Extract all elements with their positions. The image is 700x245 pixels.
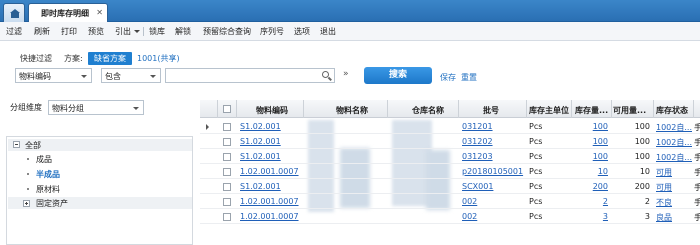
table-row[interactable]: S1.02.001 031202 Pcs 100 100 1002自... 手: [200, 135, 700, 149]
menu-lock[interactable]: 锁库: [149, 26, 165, 37]
search-icon[interactable]: [322, 71, 329, 78]
group-tree: 全部 成品 半成品 原材料 固定资产: [6, 136, 193, 245]
table-row[interactable]: 1.02.001.0007 002 Pcs 2 2 不良 手: [200, 195, 700, 209]
scheme-label: 方案:: [64, 54, 83, 63]
tree-node-fixed-assets[interactable]: 固定资产: [36, 198, 68, 209]
shared-scheme-link[interactable]: 1001(共享): [137, 53, 180, 64]
grid-header: 物料编码 物料名称 仓库名称 批号 库存主单位 库存量... 可用量... 库存…: [200, 100, 700, 118]
chevron-down-icon: [81, 75, 87, 78]
group-panel: 分组维度 物料分组 全部 成品 半成品 原材料 固定资产: [0, 96, 196, 245]
table-row[interactable]: S1.02.001 SCX001 Pcs 200 200 可用 手: [200, 180, 700, 194]
menu-filter[interactable]: 过滤: [6, 26, 22, 37]
col-stock-status[interactable]: 库存状态: [656, 105, 688, 116]
row-checkbox[interactable]: [223, 168, 231, 176]
row-checkbox[interactable]: [223, 198, 231, 206]
row-checkbox[interactable]: [223, 183, 231, 191]
tab-inventory-detail[interactable]: 即时库存明细 ✕: [28, 3, 108, 22]
chevron-down-icon: [150, 75, 156, 78]
menu-separator: [143, 27, 144, 36]
col-stock-qty[interactable]: 库存量...: [575, 105, 608, 116]
table-row[interactable]: 1.02.001.0007 002 Pcs 3 3 良品 手: [200, 210, 700, 224]
col-material-name[interactable]: 物料名称: [336, 105, 368, 116]
menu-options[interactable]: 选项: [294, 26, 310, 37]
bullet-icon: [27, 158, 29, 160]
home-tab[interactable]: [3, 3, 25, 22]
col-warehouse-name[interactable]: 仓库名称: [412, 105, 444, 116]
reset-link[interactable]: 重置: [461, 72, 477, 83]
col-available-qty[interactable]: 可用量...: [613, 105, 646, 116]
tree-node-semi-finished[interactable]: 半成品: [36, 169, 60, 180]
menu-unlock[interactable]: 解锁: [175, 26, 191, 37]
row-checkbox[interactable]: [223, 138, 231, 146]
tree-node-all[interactable]: 全部: [25, 140, 41, 151]
group-dim-label: 分组维度: [10, 103, 42, 112]
menu-refresh[interactable]: 刷新: [34, 26, 50, 37]
table-row[interactable]: 1.02.001.0007 p20180105001 Pcs 10 10 可用 …: [200, 165, 700, 179]
select-all-checkbox[interactable]: [223, 105, 231, 113]
menu-export[interactable]: 引出: [115, 26, 140, 37]
bullet-icon: [27, 188, 29, 190]
menu-preview[interactable]: 预览: [88, 26, 104, 37]
table-row[interactable]: S1.02.001 031201 Pcs 100 100 1002自... 手: [200, 120, 700, 134]
menu-bar: 过滤 刷新 打印 预览 引出 锁库 解锁 预留综合查询 序列号 选项 退出: [0, 22, 700, 41]
filter-panel: 快捷过滤 方案: 缺省方案 1001(共享) 物料编码 包含 » 搜索 保存 重…: [0, 41, 700, 91]
search-button[interactable]: 搜索: [364, 67, 432, 84]
menu-exit[interactable]: 退出: [320, 26, 336, 37]
quick-filter-label: 快捷过滤: [20, 54, 52, 63]
tree-node-finished[interactable]: 成品: [36, 154, 52, 165]
chevron-down-icon: [134, 30, 140, 33]
close-icon[interactable]: ✕: [96, 8, 103, 17]
row-checkbox[interactable]: [223, 213, 231, 221]
save-link[interactable]: 保存: [440, 72, 456, 83]
filter-value-input[interactable]: [165, 68, 335, 83]
chevron-down-icon: [133, 107, 139, 110]
default-scheme-button[interactable]: 缺省方案: [88, 52, 132, 65]
group-dim-select[interactable]: 物料分组: [48, 100, 144, 115]
current-row-icon: [206, 124, 209, 130]
inventory-grid: 物料编码 物料名称 仓库名称 批号 库存主单位 库存量... 可用量... 库存…: [200, 100, 700, 245]
row-checkbox[interactable]: [223, 153, 231, 161]
expand-filter-icon[interactable]: »: [343, 69, 349, 79]
tree-node-raw-material[interactable]: 原材料: [36, 184, 60, 195]
table-row[interactable]: S1.02.001 031203 Pcs 100 100 1002自... 手: [200, 150, 700, 164]
expand-icon[interactable]: [23, 200, 30, 207]
menu-print[interactable]: 打印: [61, 26, 77, 37]
col-lot[interactable]: 批号: [483, 105, 499, 116]
row-checkbox[interactable]: [223, 123, 231, 131]
col-unit[interactable]: 库存主单位: [529, 105, 569, 116]
col-material-code[interactable]: 物料编码: [256, 105, 288, 116]
operator-select[interactable]: 包含: [101, 68, 161, 83]
bullet-icon: [27, 173, 29, 175]
menu-reserve-query[interactable]: 预留综合查询: [203, 26, 251, 37]
tab-strip: 即时库存明细 ✕: [0, 0, 700, 22]
tab-title: 即时库存明细: [41, 9, 89, 18]
field-select[interactable]: 物料编码: [15, 68, 92, 83]
collapse-icon[interactable]: [13, 141, 20, 148]
menu-serial-number[interactable]: 序列号: [260, 26, 284, 37]
